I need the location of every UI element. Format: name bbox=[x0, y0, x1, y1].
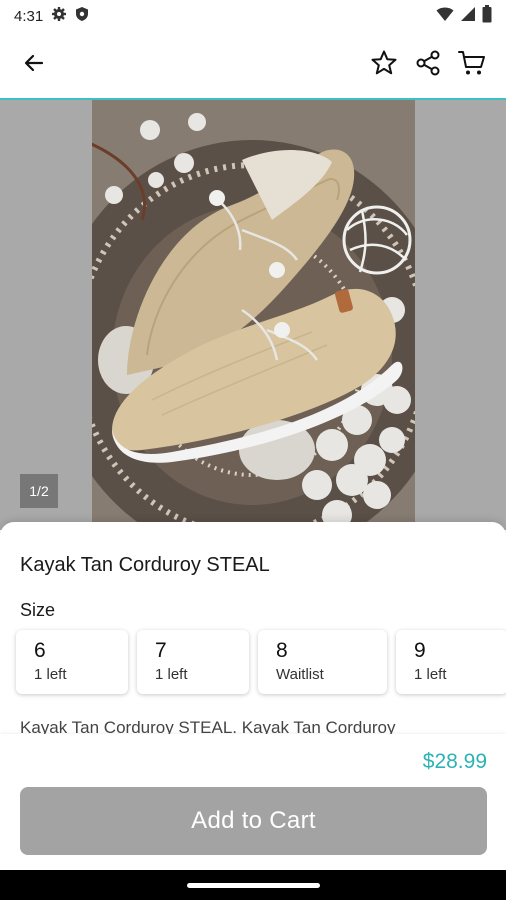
size-value: 8 bbox=[276, 639, 288, 662]
shield-icon bbox=[75, 6, 89, 26]
product-detail-sheet: Kayak Tan Corduroy STEAL Size 6 1 left 7… bbox=[0, 522, 506, 734]
signal-icon bbox=[460, 6, 476, 26]
size-option-7[interactable]: 7 1 left bbox=[137, 630, 249, 694]
size-stock: 1 left bbox=[34, 666, 67, 683]
star-icon bbox=[370, 49, 398, 82]
size-stock: Waitlist bbox=[276, 666, 324, 683]
image-page-indicator: 1/2 bbox=[20, 474, 58, 508]
product-description: Kayak Tan Corduroy STEAL. Kayak Tan Cord… bbox=[20, 718, 396, 734]
size-value: 9 bbox=[414, 639, 426, 662]
size-label: Size bbox=[20, 600, 56, 620]
size-stock: 1 left bbox=[155, 666, 188, 683]
favorite-button[interactable] bbox=[362, 43, 406, 87]
battery-icon bbox=[482, 5, 492, 27]
add-to-cart-button[interactable]: Add to Cart bbox=[20, 787, 487, 855]
size-option-8[interactable]: 8 Waitlist bbox=[258, 630, 387, 694]
app-bar bbox=[0, 32, 506, 98]
size-value: 7 bbox=[155, 639, 167, 662]
size-stock: 1 left bbox=[414, 666, 447, 683]
cart-icon bbox=[457, 49, 487, 82]
size-options: 6 1 left 7 1 left 8 Waitlist 9 1 left bbox=[16, 630, 506, 696]
wifi-icon bbox=[436, 6, 454, 26]
size-option-6[interactable]: 6 1 left bbox=[16, 630, 128, 694]
size-value: 6 bbox=[34, 639, 46, 662]
product-photo bbox=[92, 100, 415, 530]
purchase-bar: $28.99 Add to Cart bbox=[0, 734, 506, 870]
back-arrow-icon bbox=[22, 51, 46, 80]
settings-icon bbox=[51, 6, 67, 26]
status-time: 4:31 bbox=[14, 7, 44, 25]
size-option-9[interactable]: 9 1 left bbox=[396, 630, 506, 694]
cart-button[interactable] bbox=[450, 43, 494, 87]
home-gesture-handle[interactable] bbox=[187, 883, 320, 888]
product-title: Kayak Tan Corduroy STEAL bbox=[20, 554, 270, 576]
share-icon bbox=[414, 49, 442, 82]
back-button[interactable] bbox=[12, 43, 56, 87]
system-nav-bar bbox=[0, 870, 506, 900]
product-price: $28.99 bbox=[422, 750, 487, 773]
product-image-gallery[interactable]: 1/2 bbox=[0, 100, 506, 530]
share-button[interactable] bbox=[406, 43, 450, 87]
status-bar: 4:31 bbox=[0, 0, 506, 32]
